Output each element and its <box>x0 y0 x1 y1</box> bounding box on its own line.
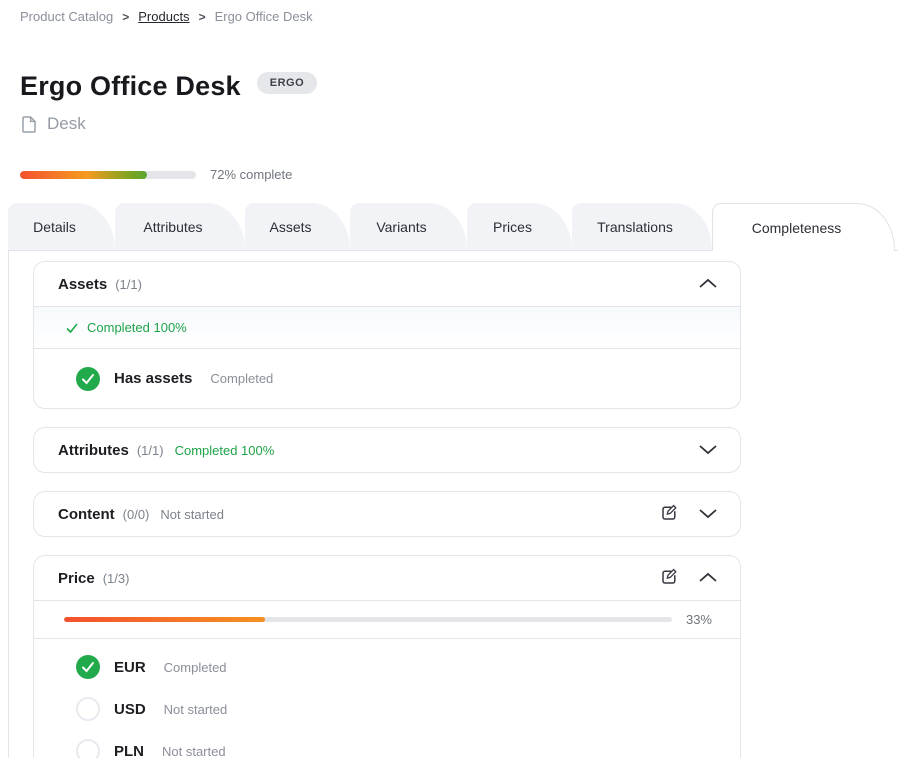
section-title: Content <box>58 506 115 523</box>
chevron-down-icon <box>698 507 718 522</box>
section-content: Content (0/0) Not started <box>33 491 741 537</box>
check-circle-icon <box>76 367 100 391</box>
tab-completeness[interactable]: Completeness <box>712 203 895 251</box>
page-title: Ergo Office Desk <box>20 70 241 102</box>
edit-icon <box>659 503 679 526</box>
breadcrumb-item-catalog[interactable]: Product Catalog <box>20 9 113 24</box>
price-progress-fill <box>64 617 265 622</box>
requirement-label: USD <box>114 701 146 718</box>
breadcrumb-item-current: Ergo Office Desk <box>215 9 313 24</box>
chevron-up-icon <box>698 277 718 292</box>
check-circle-icon <box>76 655 100 679</box>
requirement-row: EUR Completed <box>34 646 740 688</box>
section-status: Not started <box>160 507 224 522</box>
requirement-status: Not started <box>162 744 226 758</box>
requirement-label: Has assets <box>114 370 192 387</box>
section-count: (0/0) <box>123 507 150 522</box>
tab-bar: Details Attributes Assets Variants Price… <box>8 202 898 250</box>
requirement-status: Not started <box>164 702 228 717</box>
section-summary-label: Completed 100% <box>87 320 187 335</box>
overall-progress-label: 72% complete <box>210 167 292 182</box>
price-progress-track <box>64 617 672 622</box>
completeness-panel: Assets (1/1) Completed 100% <box>8 250 898 758</box>
tab-translations[interactable]: Translations <box>572 203 712 250</box>
price-progress: 33% <box>34 600 740 639</box>
edit-button[interactable] <box>659 567 679 590</box>
section-assets: Assets (1/1) Completed 100% <box>33 261 741 409</box>
product-type-label: Desk <box>47 114 86 134</box>
sku-badge: ERGO <box>257 72 317 94</box>
requirement-label: EUR <box>114 659 146 676</box>
overall-progress: 72% complete <box>20 167 898 182</box>
section-count: (1/3) <box>103 571 130 586</box>
section-status: Completed 100% <box>175 443 275 458</box>
empty-circle-icon <box>76 697 100 721</box>
chevron-up-icon <box>698 571 718 586</box>
expand-button[interactable] <box>698 507 718 522</box>
section-title: Attributes <box>58 442 129 459</box>
section-assets-header[interactable]: Assets (1/1) <box>34 262 740 306</box>
tab-details[interactable]: Details <box>8 203 115 250</box>
breadcrumb-separator: > <box>199 10 206 24</box>
section-price-header[interactable]: Price (1/3) <box>34 556 740 600</box>
requirement-label: PLN <box>114 743 144 758</box>
requirement-status: Completed <box>210 371 273 386</box>
section-content-header[interactable]: Content (0/0) Not started <box>34 492 740 536</box>
section-count: (1/1) <box>137 443 164 458</box>
check-icon <box>64 320 80 336</box>
section-count: (1/1) <box>115 277 142 292</box>
product-header: Ergo Office Desk ERGO Desk 72% complete <box>20 70 898 182</box>
section-summary: Completed 100% <box>34 306 740 348</box>
overall-progress-fill <box>20 171 147 179</box>
tab-variants[interactable]: Variants <box>350 203 467 250</box>
section-price: Price (1/3) <box>33 555 741 758</box>
collapse-button[interactable] <box>698 571 718 586</box>
section-attributes: Attributes (1/1) Completed 100% <box>33 427 741 473</box>
section-attributes-header[interactable]: Attributes (1/1) Completed 100% <box>34 428 740 472</box>
breadcrumb-separator: > <box>122 10 129 24</box>
requirement-row: PLN Not started <box>34 730 740 758</box>
price-progress-label: 33% <box>686 612 712 627</box>
breadcrumb: Product Catalog > Products > Ergo Office… <box>0 0 898 24</box>
requirement-row: Has assets Completed <box>34 348 740 408</box>
expand-button[interactable] <box>698 443 718 458</box>
section-title: Assets <box>58 276 107 293</box>
section-title: Price <box>58 570 95 587</box>
document-icon <box>20 115 38 134</box>
tab-prices[interactable]: Prices <box>467 203 572 250</box>
requirement-status: Completed <box>164 660 227 675</box>
edit-button[interactable] <box>659 503 679 526</box>
chevron-down-icon <box>698 443 718 458</box>
tab-attributes[interactable]: Attributes <box>115 203 245 250</box>
breadcrumb-item-products[interactable]: Products <box>138 9 189 24</box>
overall-progress-track <box>20 171 196 179</box>
price-items: EUR Completed USD Not started PLN Not st… <box>34 639 740 758</box>
empty-circle-icon <box>76 739 100 758</box>
edit-icon <box>659 567 679 590</box>
collapse-button[interactable] <box>698 277 718 292</box>
requirement-row: USD Not started <box>34 688 740 730</box>
tab-assets[interactable]: Assets <box>245 203 350 250</box>
